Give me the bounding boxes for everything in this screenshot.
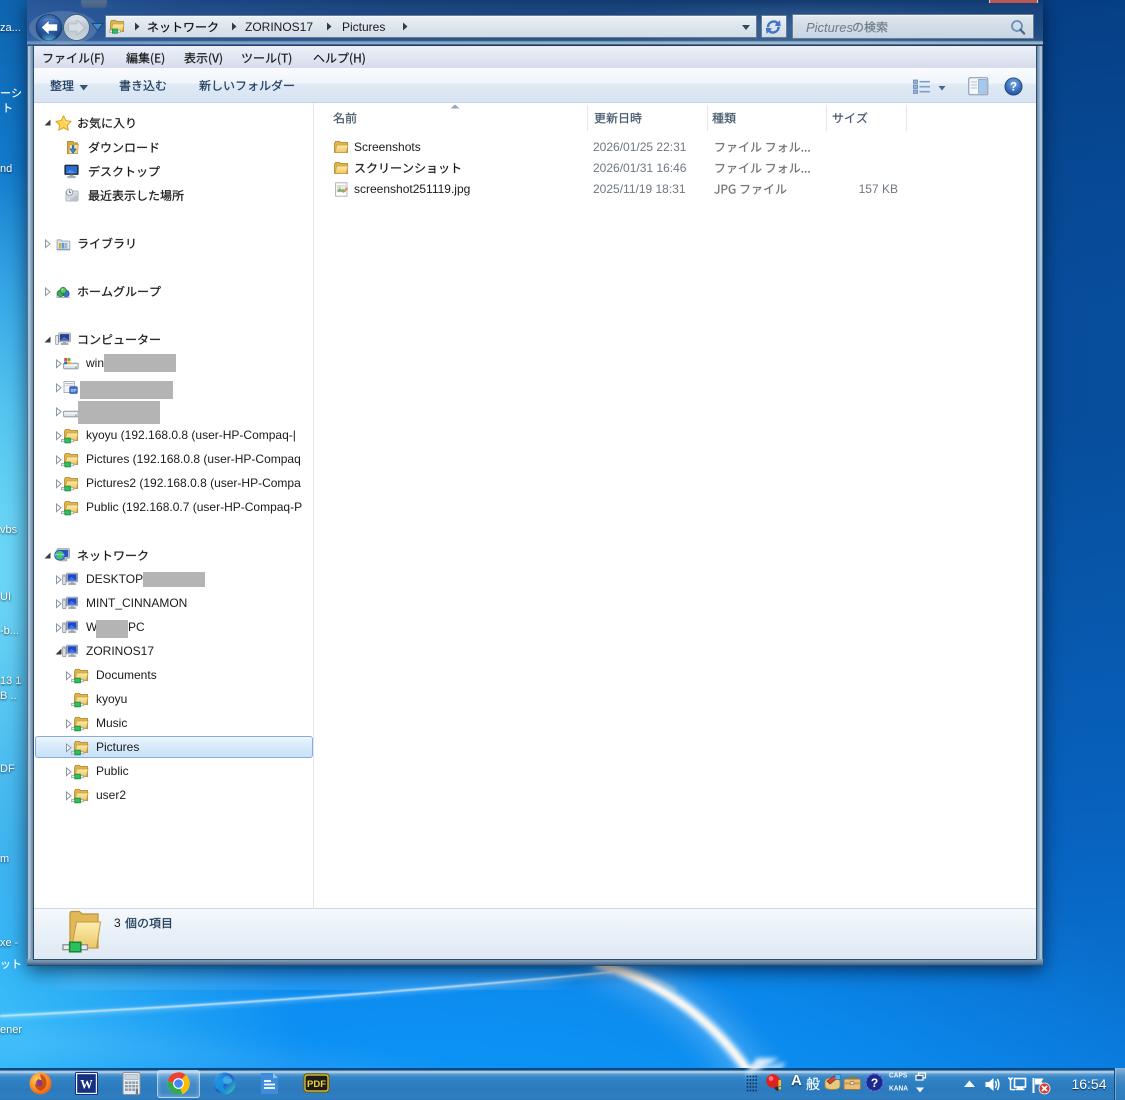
svg-text:W: W xyxy=(80,1078,93,1092)
svg-text:?: ? xyxy=(1010,82,1017,94)
svg-text:PDF: PDF xyxy=(307,1079,326,1090)
svg-text:XP: XP xyxy=(70,388,76,393)
svg-text:?: ? xyxy=(871,1076,878,1090)
